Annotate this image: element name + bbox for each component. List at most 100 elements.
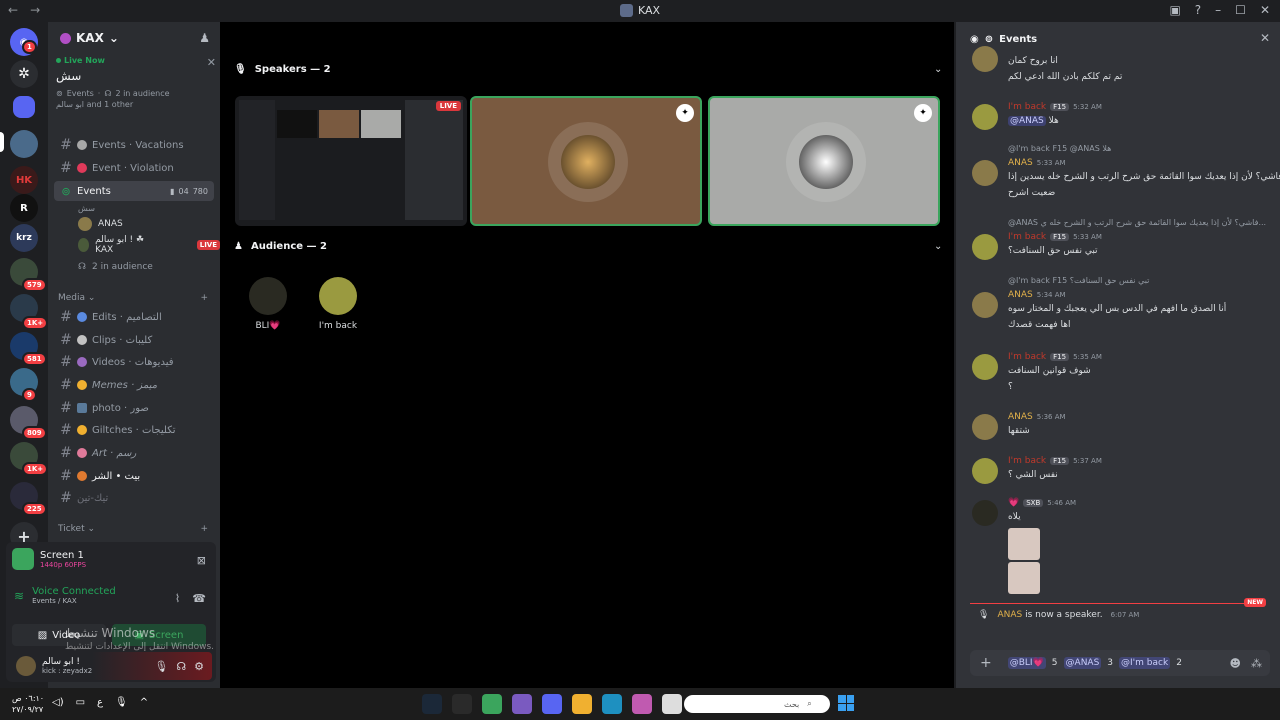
nav-arrows: ← →: [8, 3, 40, 17]
mention[interactable]: @ANAS: [1008, 116, 1046, 126]
stop-stream-icon[interactable]: ⊠: [197, 554, 206, 567]
channel-memes[interactable]: # Memes · ميمز: [54, 375, 214, 395]
taskbar-search[interactable]: بحث ⌕: [684, 695, 830, 713]
inbox-icon[interactable]: ▣: [1169, 3, 1180, 17]
add-attachment-icon[interactable]: +: [980, 655, 992, 671]
voice-user-abu-salem[interactable]: ابو سالم ! ☘ KAX LIVE: [78, 235, 220, 255]
signal-icon[interactable]: ≋: [14, 589, 24, 603]
network-icon[interactable]: ▭: [76, 697, 85, 708]
task-view-icon[interactable]: [662, 694, 682, 714]
attachment-image[interactable]: [1008, 562, 1040, 594]
window-controls: ▣ ? – ☐ ✕: [1169, 3, 1270, 17]
reply-preview[interactable]: @ANAS فاشي؟ لأن إذا يعديك سوا القائمة حق…: [1008, 218, 1266, 227]
avatar: [972, 354, 998, 380]
attachment-image[interactable]: [1008, 528, 1040, 560]
live-event-info: ⊚ Events · ☊ 2 in audience: [56, 89, 170, 98]
edge-icon[interactable]: [602, 694, 622, 714]
chevron-down-icon[interactable]: ⌄: [934, 64, 942, 75]
add-channel-icon[interactable]: +: [200, 524, 208, 534]
server-icon-r[interactable]: R: [10, 194, 38, 222]
voice-panel: Screen 1 1440p 60FPS ⊠ ≋ Voice Connected…: [6, 542, 216, 682]
server-folder-icon[interactable]: [13, 96, 35, 118]
forward-button[interactable]: →: [30, 3, 40, 17]
close-icon[interactable]: ✕: [207, 56, 216, 69]
avatar: [561, 135, 615, 189]
speaker-tile-2[interactable]: ✦: [708, 96, 940, 226]
screen-share-row: Screen 1 1440p 60FPS: [12, 548, 86, 570]
user-controls: 🎙 ☊ ⚙: [154, 660, 212, 673]
add-person-icon[interactable]: ♟: [199, 31, 210, 45]
add-channel-icon[interactable]: +: [200, 293, 208, 303]
pin-icon[interactable]: ✦: [676, 104, 694, 122]
reply-preview[interactable]: @I'm back F15 @ANAS هلا: [1008, 144, 1111, 153]
channel-events-stage[interactable]: ⊚ Events ▮ 04 780: [54, 181, 214, 201]
maximize-button[interactable]: ☐: [1235, 3, 1246, 17]
reply-preview[interactable]: @I'm back F15 تبي نفس حق السنافت؟: [1008, 276, 1149, 285]
help-icon[interactable]: ?: [1195, 3, 1201, 17]
app-icon[interactable]: [452, 694, 472, 714]
server-icon-kax[interactable]: [10, 130, 38, 158]
chevron-down-icon[interactable]: ⌄: [934, 241, 942, 252]
channel-clips[interactable]: # Clips · كليبات: [54, 330, 214, 350]
volume-icon[interactable]: ◁): [52, 697, 64, 708]
speakers-header[interactable]: 🎙 Speakers — 2 ⌄: [234, 64, 942, 75]
channel-giltches[interactable]: # Giltches · تكليجات: [54, 420, 214, 440]
stage-audience-count[interactable]: ☊ 2 in audience: [78, 257, 153, 277]
headphones-icon[interactable]: ☊: [176, 660, 186, 673]
screen-share-tile[interactable]: LIVE: [235, 96, 467, 226]
channel-photo[interactable]: # photo · صور: [54, 398, 214, 418]
app-icon[interactable]: [482, 694, 502, 714]
apps-icon[interactable]: ⁂: [1251, 657, 1262, 670]
live-now-card[interactable]: Live Now سش ⊚ Events · ☊ 2 in audience ا…: [56, 56, 216, 122]
close-window-button[interactable]: ✕: [1260, 3, 1270, 17]
back-button[interactable]: ←: [8, 3, 18, 17]
noise-suppression-icon[interactable]: ⌇: [175, 592, 180, 605]
pin-icon[interactable]: ✦: [914, 104, 932, 122]
steam-icon[interactable]: [422, 694, 442, 714]
audience-header[interactable]: ♟ Audience — 2 ⌄: [234, 241, 942, 252]
discord-icon[interactable]: [542, 694, 562, 714]
audience-member[interactable]: I'm back: [308, 277, 368, 331]
hash-icon: #: [60, 468, 72, 484]
language-indicator[interactable]: ع: [97, 697, 103, 708]
folder-icon[interactable]: [572, 694, 592, 714]
disconnect-icon[interactable]: ☎: [192, 592, 206, 605]
chevron-up-icon[interactable]: ^: [140, 697, 148, 708]
speaker-tile-1[interactable]: ✦: [470, 96, 702, 226]
channel-events-vacations[interactable]: # Events · Vacations: [54, 135, 214, 155]
copilot-icon[interactable]: [632, 694, 652, 714]
category-ticket[interactable]: Ticket ⌄ +: [58, 524, 208, 534]
category-media[interactable]: Media ⌄ +: [58, 293, 208, 303]
emoji-icon[interactable]: ☻: [1230, 657, 1241, 670]
stage-channel-icon: ⊚: [61, 184, 71, 198]
windows-start-icon[interactable]: [838, 695, 854, 711]
server-header[interactable]: KAX ⌄ ♟: [48, 22, 220, 54]
app-icon[interactable]: [512, 694, 532, 714]
server-icon-hk[interactable]: HK: [10, 166, 38, 194]
clock[interactable]: ٠٦:١٠ ص ٢٧/٠٩/٢٧: [12, 693, 44, 715]
screen-quality: 1440p 60FPS: [40, 560, 87, 569]
gear-icon[interactable]: ⚙: [194, 660, 204, 673]
channel-event-violation[interactable]: # Event · Violation: [54, 158, 214, 178]
avatar[interactable]: [16, 656, 36, 676]
message-composer[interactable]: + @BLI💗 5 @ANAS 3 @I'm back 2 ☻ ⁂: [970, 650, 1270, 676]
live-badge: LIVE: [435, 101, 461, 111]
minimize-button[interactable]: –: [1215, 3, 1221, 17]
server-icon-1[interactable]: ✲: [10, 60, 38, 88]
microphone-icon[interactable]: 🎙: [154, 660, 168, 673]
server-icon: [620, 4, 633, 17]
server-icon-krz[interactable]: krz: [10, 224, 38, 252]
voice-user-anas[interactable]: ANAS: [78, 214, 123, 234]
channel-art[interactable]: # Art · رسم: [54, 443, 214, 463]
channel-bayt-alshar[interactable]: # بيت • الشر: [54, 466, 214, 486]
emoji-icon: [77, 335, 87, 345]
audience-member[interactable]: BLI💗: [238, 277, 298, 331]
preview-chat: [405, 100, 463, 220]
server-name: KAX: [76, 31, 104, 45]
channel-edits[interactable]: # Edits · التصاميم: [54, 307, 214, 327]
channel-tiktin[interactable]: # تيك-تين: [54, 488, 214, 508]
microphone-icon[interactable]: 🎙: [115, 697, 128, 708]
channel-videos[interactable]: # Videos · فيديوهات: [54, 352, 214, 372]
close-icon[interactable]: ✕: [1260, 31, 1270, 45]
new-badge: NEW: [1244, 598, 1266, 607]
